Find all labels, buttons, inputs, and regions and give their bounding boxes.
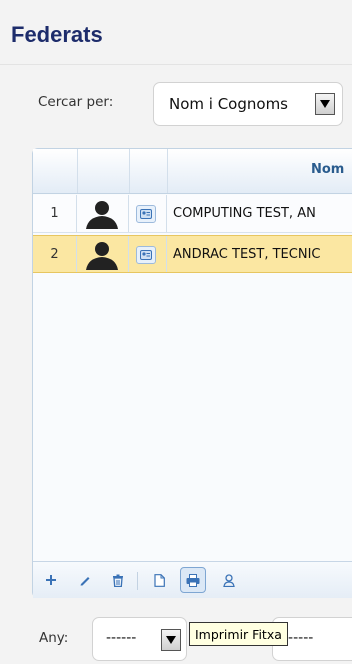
user-silhouette-icon — [86, 201, 118, 229]
year-label: Any: — [39, 630, 69, 646]
chevron-down-icon[interactable] — [161, 629, 181, 651]
member-card-icon[interactable] — [136, 246, 156, 264]
divider — [77, 149, 78, 193]
table-row[interactable]: 1 COMPUTING TEST, AN — [33, 195, 352, 233]
document-icon[interactable] — [148, 569, 170, 591]
divider — [137, 572, 138, 590]
search-by-label: Cercar per: — [38, 94, 114, 110]
year-select[interactable]: ------ — [92, 617, 187, 661]
search-field-value: Nom i Cognoms — [169, 95, 288, 113]
table-row[interactable]: 2 ANDRAC TEST, TECNIC — [33, 235, 352, 273]
page-title: Federats — [11, 22, 103, 47]
edit-icon[interactable] — [74, 569, 96, 591]
chevron-down-icon[interactable] — [315, 93, 335, 115]
user-icon[interactable] — [218, 569, 240, 591]
divider — [129, 149, 130, 193]
add-icon[interactable] — [40, 569, 62, 591]
search-field-select[interactable]: Nom i Cognoms — [153, 82, 343, 126]
column-header-name[interactable]: Nom — [311, 162, 344, 177]
member-name: ANDRAC TEST, TECNIC — [173, 246, 321, 262]
member-photo — [77, 195, 129, 232]
grid-toolbar — [33, 561, 352, 598]
divider — [167, 149, 168, 193]
member-photo — [77, 236, 129, 272]
divider — [0, 64, 352, 65]
print-icon[interactable] — [180, 567, 206, 593]
print-tooltip: Imprimir Fitxa — [189, 622, 288, 646]
row-number: 2 — [33, 236, 77, 272]
user-silhouette-icon — [86, 242, 118, 270]
member-name: COMPUTING TEST, AN — [173, 206, 316, 221]
year-value: ------ — [106, 630, 137, 646]
row-number: 1 — [33, 195, 77, 232]
members-grid: Nom 1 COMPUTING TEST, AN 2 ANDRAC TEST, … — [32, 148, 352, 598]
member-card-icon[interactable] — [136, 205, 156, 223]
grid-header: Nom — [33, 149, 352, 194]
delete-icon[interactable] — [107, 569, 129, 591]
